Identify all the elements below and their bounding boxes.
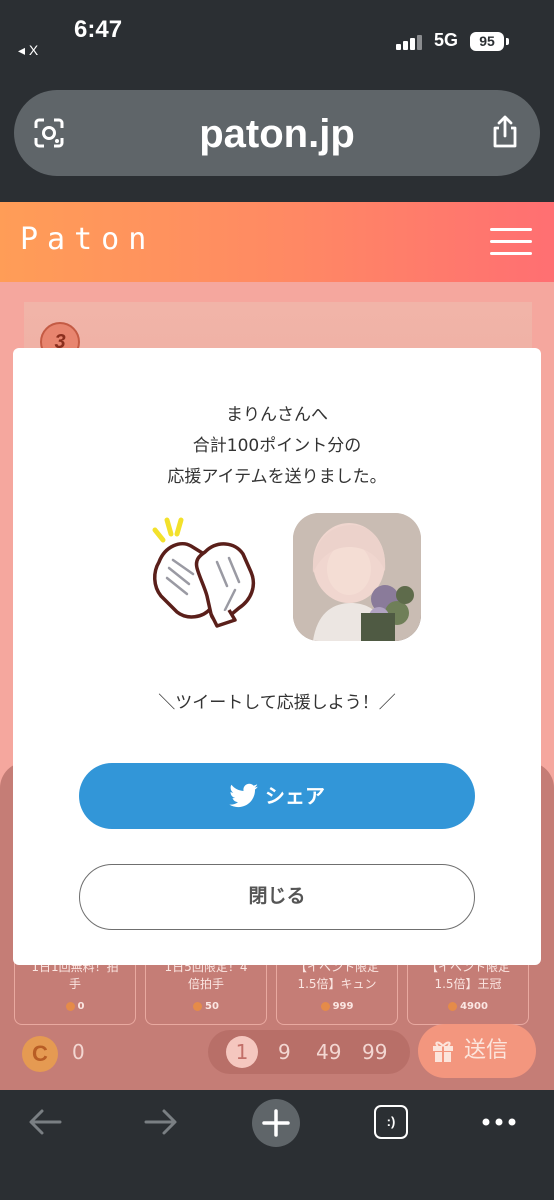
item-cost: 0	[15, 998, 135, 1015]
tweet-prompt: ＼ツイートして応援しよう！／	[158, 693, 396, 713]
item-cost: 50	[146, 998, 266, 1015]
recipient-photo	[293, 513, 421, 641]
site-logo[interactable]: Paton	[20, 222, 155, 257]
quantity-option[interactable]: 49	[316, 1040, 341, 1064]
coin-icon	[193, 1001, 203, 1011]
network-label: 5G	[434, 30, 459, 50]
gift-icon	[433, 1041, 453, 1062]
twitter-share-button[interactable]: シェア	[79, 763, 475, 829]
item-list: 1日1回無料！拍 手 0 1日5回限定！4 倍拍手 50 【イベント限定 1.5…	[14, 955, 542, 1025]
coin-balance: 0	[72, 1040, 85, 1064]
menu-icon[interactable]	[490, 228, 532, 256]
item-name: 手	[68, 977, 81, 991]
item-card[interactable]: 【イベント限定 1.5倍】王冠 4900	[407, 955, 529, 1025]
browser-top-bar: paton.jp	[0, 80, 554, 202]
item-name: 1.5倍】キュン	[297, 977, 377, 991]
signal-icon	[396, 34, 426, 50]
item-card[interactable]: 1日5回限定！4 倍拍手 50	[145, 955, 267, 1025]
quantity-option[interactable]: 99	[362, 1040, 387, 1064]
modal-message-line: 応援アイテムを送りました。	[167, 467, 387, 487]
send-bar: C 0 1 9 49 99 送信	[0, 1020, 554, 1090]
twitter-bird-icon	[229, 783, 258, 807]
quantity-option-selected[interactable]: 1	[226, 1036, 258, 1068]
support-sent-modal: まりんさんへ 合計100ポイント分の 応援アイテムを送りました。 ＼ツイートして…	[13, 348, 541, 965]
item-card[interactable]: 1日1回無料！拍 手 0	[14, 955, 136, 1025]
quantity-selector: 1 9 49 99	[208, 1030, 410, 1074]
forward-arrow-icon[interactable]	[142, 1104, 180, 1140]
address-bar[interactable]: paton.jp	[14, 90, 540, 176]
coin-icon	[448, 1001, 458, 1011]
quantity-option[interactable]: 9	[278, 1040, 291, 1064]
item-card[interactable]: 【イベント限定 1.5倍】キュン 999	[276, 955, 398, 1025]
coin-icon	[65, 1001, 75, 1011]
url-text[interactable]: paton.jp	[14, 112, 540, 157]
more-icon[interactable]	[480, 1104, 518, 1140]
share-label: シェア	[265, 784, 325, 808]
item-cost: 999	[277, 998, 397, 1015]
share-icon[interactable]	[488, 114, 522, 150]
status-bar: 6:47 ◂ X 5G 95	[0, 0, 554, 80]
back-to-app-link[interactable]: ◂ X	[18, 42, 38, 59]
item-name: 1.5倍】王冠	[434, 977, 502, 991]
clap-icon	[152, 517, 256, 628]
battery-icon: 95	[470, 32, 509, 51]
send-button[interactable]: 送信	[418, 1024, 536, 1078]
site-header: Paton	[0, 202, 554, 282]
item-cost: 4900	[408, 998, 528, 1015]
coin-icon: C	[22, 1036, 58, 1072]
modal-message-line: 合計100ポイント分の	[192, 436, 362, 456]
plus-icon[interactable]	[251, 1098, 301, 1148]
tabs-icon[interactable]: :)	[374, 1105, 408, 1139]
status-time: 6:47	[74, 16, 123, 43]
coin-icon	[320, 1001, 330, 1011]
back-arrow-icon[interactable]	[26, 1104, 64, 1140]
item-name: 倍拍手	[187, 977, 224, 991]
send-label: 送信	[464, 1038, 509, 1063]
close-button[interactable]: 閉じる	[79, 864, 475, 930]
recipient-avatar	[293, 513, 421, 641]
modal-message-line: まりんさんへ	[226, 405, 328, 425]
browser-toolbar: :)	[0, 1090, 554, 1200]
